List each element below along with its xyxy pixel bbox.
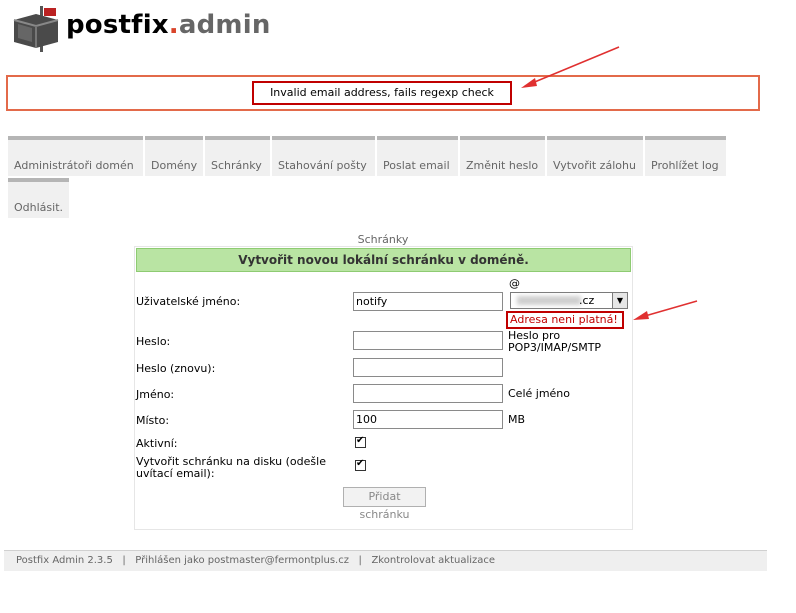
form-title: Vytvořit novou lokální schránku v doméně… bbox=[136, 248, 631, 272]
logo-text-part2: admin bbox=[178, 10, 271, 40]
footer: Postfix Admin 2.3.5 | Přihlášen jako pos… bbox=[4, 550, 767, 571]
domain-select[interactable]: .cz ▼ bbox=[510, 292, 628, 309]
password-input[interactable] bbox=[353, 331, 503, 350]
footer-logged-in: Přihlášen jako postmaster@fermontplus.cz bbox=[135, 555, 349, 566]
checkmark-icon: ✔ bbox=[356, 458, 365, 469]
username-label: Uživatelské jméno: bbox=[136, 295, 241, 308]
error-message: Invalid email address, fails regexp chec… bbox=[252, 81, 512, 105]
password-label: Heslo: bbox=[136, 335, 171, 348]
password-repeat-label: Heslo (znovu): bbox=[136, 362, 216, 375]
menu-item-mailboxes[interactable]: Schránky bbox=[205, 136, 270, 176]
name-label: Jméno: bbox=[136, 388, 175, 401]
quota-input[interactable]: 100 bbox=[353, 410, 503, 429]
menu-item-domains[interactable]: Domény bbox=[145, 136, 203, 176]
postfix-logo-icon bbox=[13, 6, 59, 52]
name-note: Celé jméno bbox=[508, 387, 571, 400]
password-repeat-input[interactable] bbox=[353, 358, 503, 377]
quota-unit: MB bbox=[508, 413, 526, 426]
menu-item-change-password[interactable]: Změnit heslo bbox=[460, 136, 545, 176]
menu-item-backup[interactable]: Vytvořit zálohu bbox=[547, 136, 643, 176]
footer-check-updates-link[interactable]: Zkontrolovat aktualizace bbox=[371, 555, 495, 566]
domain-suffix: .cz bbox=[579, 294, 595, 307]
menu-item-domain-admins[interactable]: Administrátoři domén bbox=[8, 136, 143, 176]
menu-item-send-email[interactable]: Poslat email bbox=[377, 136, 458, 176]
domain-error-message: Adresa neni platná! bbox=[506, 311, 624, 329]
menu-item-logout[interactable]: Odhlásit. bbox=[8, 178, 69, 218]
app-logo-text[interactable]: postfix.admin bbox=[66, 10, 271, 40]
annotation-arrow-domain-icon bbox=[633, 300, 698, 320]
quota-label: Místo: bbox=[136, 414, 170, 427]
menu-item-view-log[interactable]: Prohlížet log bbox=[645, 136, 726, 176]
checkmark-icon: ✔ bbox=[356, 435, 365, 446]
active-label: Aktivní: bbox=[136, 437, 178, 450]
password-note: Heslo pro POP3/IMAP/SMTP bbox=[508, 329, 602, 354]
logo-text-dot: . bbox=[168, 10, 179, 40]
logo-text-part1: postfix bbox=[66, 10, 169, 40]
name-input[interactable] bbox=[353, 384, 503, 403]
create-mailbox-checkbox[interactable]: ✔ bbox=[355, 458, 366, 471]
footer-version[interactable]: Postfix Admin 2.3.5 bbox=[16, 555, 113, 566]
active-checkbox[interactable]: ✔ bbox=[355, 435, 366, 448]
footer-separator: | bbox=[358, 555, 362, 566]
menu-item-fetchmail[interactable]: Stahování pošty bbox=[272, 136, 375, 176]
domain-redacted-blur bbox=[517, 296, 581, 305]
add-mailbox-button[interactable]: Přidat schránku bbox=[343, 487, 426, 521]
annotation-arrow-banner-icon bbox=[521, 46, 620, 88]
username-input[interactable]: notify bbox=[353, 292, 503, 311]
form-caption: Schránky bbox=[357, 233, 409, 246]
create-mailbox-label: Vytvořit schránku na disku (odešle uvíta… bbox=[136, 455, 326, 480]
chevron-down-icon[interactable]: ▼ bbox=[612, 293, 627, 308]
footer-separator: | bbox=[122, 555, 126, 566]
at-sign: @ bbox=[509, 277, 520, 290]
